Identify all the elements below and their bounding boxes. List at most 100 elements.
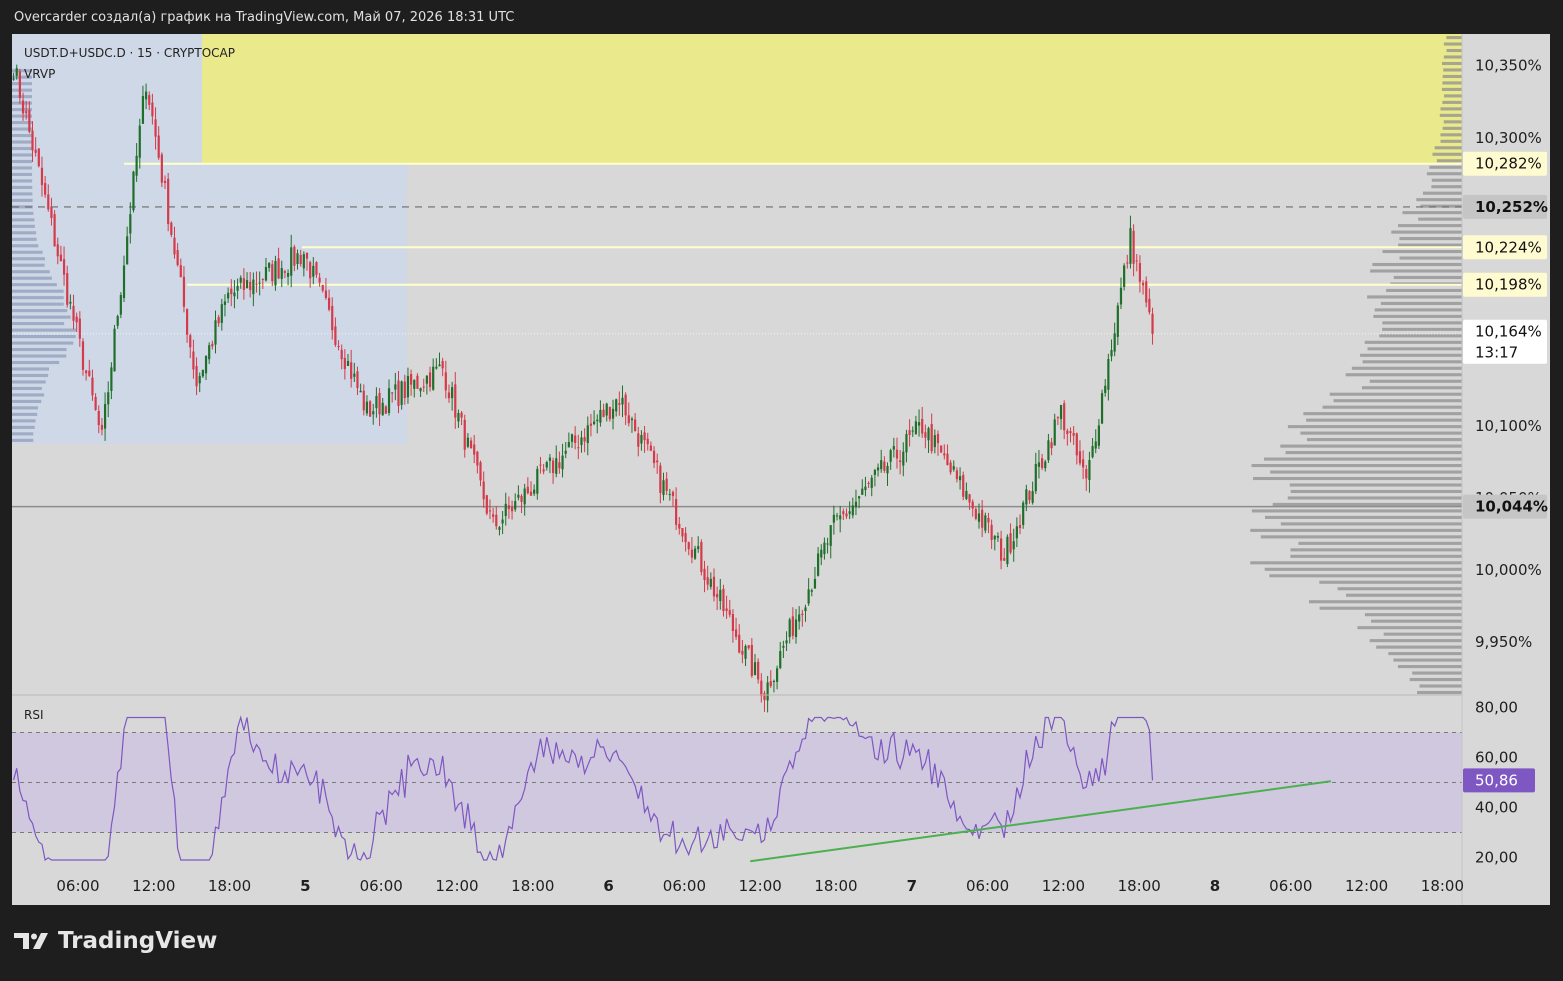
candle-body [1094,441,1097,449]
candle-body [958,476,962,481]
candle-body [299,254,302,265]
volume-profile-bar [1398,224,1462,228]
volume-profile-bar [1443,42,1462,46]
candle [432,358,435,391]
candle-body [1138,263,1142,282]
candle-body [312,265,315,277]
candle [1110,339,1113,362]
candle-body [66,273,69,305]
candle [665,472,668,495]
candle-body [813,578,817,589]
candle [410,369,413,396]
candle-body [296,253,299,264]
time-tick-label: 12:00 [132,877,175,895]
left-volume-profile-bar [12,82,33,86]
volume-profile-bar [1370,269,1462,273]
volume-profile-bar [1373,314,1462,318]
left-volume-profile-bar [12,244,39,248]
left-volume-profile-bar [12,419,36,423]
left-volume-profile-bar [12,270,50,274]
candle-body [488,510,492,512]
candle [968,493,971,510]
candle-body [656,460,659,463]
candle-body [864,486,867,491]
candle [933,429,936,454]
candle [889,448,892,470]
time-tick-label: 8 [1210,877,1220,895]
volume-profile-bar [1298,541,1462,545]
volume-profile-bar [1431,185,1462,189]
candle-body [170,222,173,235]
candle [1148,288,1151,315]
left-volume-profile-bar [12,328,76,332]
price-tag: 10,198% [1463,272,1547,297]
candle-body [141,96,145,124]
candle-body [1028,491,1031,501]
candle-body [734,629,738,637]
candle [779,641,782,670]
chart-area[interactable]: 10,350%10,300%10,100%10,050%10,000%9,950… [12,34,1550,905]
candle-body [782,645,785,648]
candle-body [914,421,918,434]
rsi-tick-label: 60,00 [1475,749,1518,767]
candle-body [1003,558,1006,561]
candle [460,411,463,426]
candle-body [861,488,864,495]
candle [570,433,574,448]
vrvp-legend[interactable]: VRVP [24,67,55,81]
left-volume-profile-bar [12,276,52,280]
candle-body [201,369,204,377]
candle-body [1041,458,1044,469]
candle-body [1135,260,1138,262]
symbol-legend[interactable]: USDT.D+USDC.D · 15 · CRYPTOCAP [24,46,235,60]
candle [428,366,432,392]
left-volume-profile-bar [12,133,33,138]
candle-body [1053,419,1056,446]
candle-body [848,511,851,514]
candle-body [182,276,186,307]
volume-profile-bar [1399,237,1462,241]
candle-body [249,281,252,291]
candle-body [949,462,952,473]
candle [495,506,498,530]
candle-body [94,396,97,410]
candle [716,586,719,611]
candle [1132,224,1135,277]
volume-profile-bar [1429,165,1462,169]
candle-body [132,171,135,211]
volume-profile-bar [1306,418,1462,422]
volume-profile-bar [1269,574,1462,578]
volume-profile-bar [1441,61,1462,66]
candle-body [31,130,34,151]
candle [602,403,605,418]
time-tick-label: 18:00 [208,877,251,895]
candle [441,357,444,377]
candle-body [271,264,274,282]
candle-body [668,494,671,496]
volume-profile-bar [1287,496,1462,500]
candle [725,595,728,619]
candle-body [327,297,331,310]
candle [886,462,889,486]
candle [870,474,873,497]
volume-profile-bar [1364,613,1462,617]
candle [630,416,634,433]
candle-body [1107,359,1110,390]
candle [993,534,996,551]
candle [611,399,615,430]
price-chart-svg[interactable]: 10,350%10,300%10,100%10,050%10,000%9,950… [12,34,1550,905]
volume-profile-bar [1367,295,1462,299]
candle-body [1123,265,1126,287]
rsi-legend[interactable]: RSI [24,708,44,722]
time-tick-label: 12:00 [739,877,782,895]
candle-body [845,513,848,517]
candle-body [908,430,911,435]
candle-body [50,206,53,219]
candle-body [1082,459,1085,468]
tradingview-logo[interactable]: TradingView [14,928,217,954]
candle-body [769,681,772,687]
candle [813,566,817,589]
candle-body [741,650,744,655]
candle [1031,481,1034,505]
candle [624,392,627,425]
